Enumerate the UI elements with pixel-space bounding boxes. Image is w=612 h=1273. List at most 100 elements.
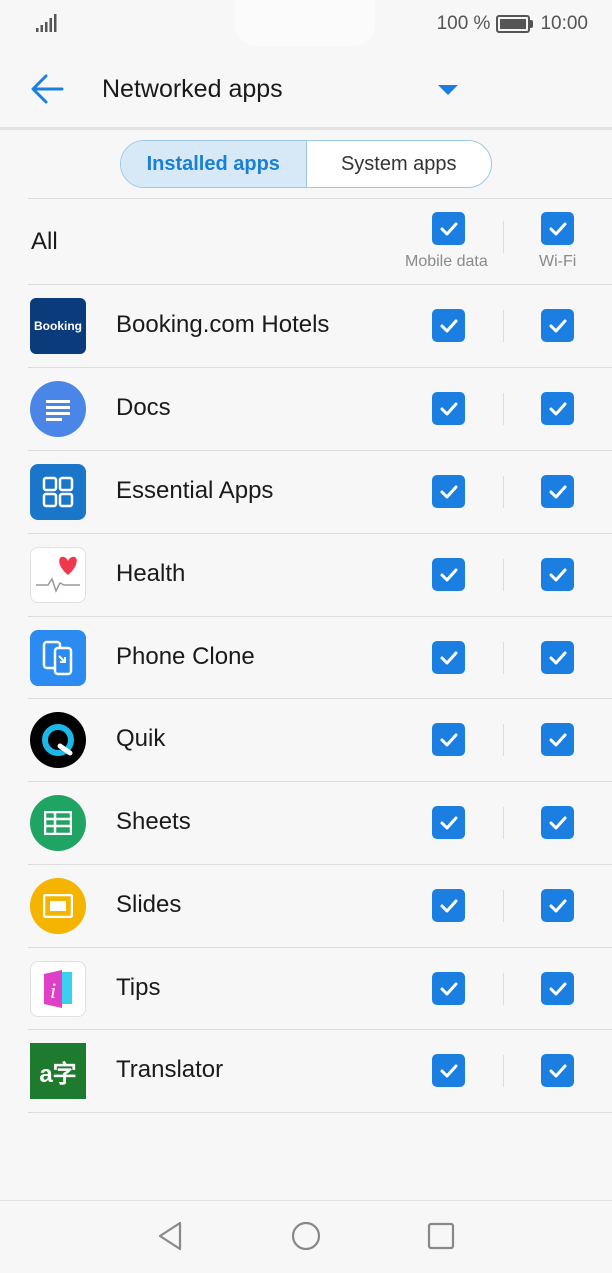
app-name: Health [116, 560, 186, 587]
app-name: Essential Apps [116, 477, 274, 504]
column-separator [503, 890, 504, 922]
column-separator [503, 807, 504, 839]
booking-icon-label: Booking [34, 319, 82, 333]
checkmark-icon [549, 485, 566, 498]
checkmark-icon [440, 1064, 457, 1077]
docs-icon [30, 381, 86, 437]
app-name: Docs [116, 394, 171, 421]
wifi-checkbox[interactable] [541, 723, 574, 756]
column-separator [503, 310, 504, 342]
checkmark-icon [440, 982, 457, 995]
tab-installed-apps[interactable]: Installed apps [121, 141, 307, 187]
mobile-data-checkbox[interactable] [432, 558, 465, 591]
app-name: Phone Clone [116, 643, 255, 670]
wifi-checkbox[interactable] [541, 641, 574, 674]
back-triangle-icon[interactable] [154, 1219, 188, 1253]
checkmark-icon [549, 816, 566, 829]
checkmark-icon [440, 651, 457, 664]
list-item: Health [0, 533, 612, 616]
tips-icon: i [30, 961, 86, 1017]
mobile-data-checkbox[interactable] [432, 641, 465, 674]
app-name: Slides [116, 891, 182, 918]
checkmark-icon [440, 402, 457, 415]
list-item: Slides [0, 864, 612, 947]
checkmark-icon [440, 568, 457, 581]
mobile-data-checkbox[interactable] [432, 392, 465, 425]
wifi-checkbox[interactable] [541, 392, 574, 425]
header-divider [0, 127, 612, 130]
app-bar: Networked apps [0, 48, 612, 128]
wifi-checkbox[interactable] [541, 889, 574, 922]
list-item: i Tips [0, 947, 612, 1030]
clock: 10:00 [540, 13, 588, 34]
checkmark-icon [549, 222, 566, 235]
tab-system-apps[interactable]: System apps [307, 141, 492, 187]
checkmark-icon [440, 816, 457, 829]
all-label: All [31, 228, 58, 255]
all-row: All Mobile data Wi-Fi [0, 199, 612, 284]
checkmark-icon [549, 733, 566, 746]
list-item: Sheets [0, 781, 612, 864]
back-arrow-icon[interactable] [24, 66, 70, 112]
checkmark-icon [549, 1064, 566, 1077]
checkmark-icon [440, 899, 457, 912]
home-circle-icon[interactable] [289, 1219, 323, 1253]
navigation-bar [0, 1200, 612, 1273]
sheets-icon [30, 795, 86, 851]
recents-square-icon[interactable] [424, 1219, 458, 1253]
checkmark-icon [440, 733, 457, 746]
essential-apps-icon [30, 464, 86, 520]
translator-icon-label: a字 [39, 1060, 77, 1088]
checkmark-icon [549, 899, 566, 912]
checkmark-icon [440, 485, 457, 498]
mobile-data-checkbox[interactable] [432, 309, 465, 342]
checkmark-icon [549, 651, 566, 664]
mobile-data-checkbox[interactable] [432, 972, 465, 1005]
list-item: Booking Booking.com Hotels [0, 284, 612, 367]
wifi-checkbox[interactable] [541, 1054, 574, 1087]
battery-icon [496, 15, 534, 33]
wifi-column-label: Wi-Fi [539, 253, 577, 270]
booking-icon: Booking [30, 298, 86, 354]
tab-switcher: Installed apps System apps [120, 140, 492, 188]
checkmark-icon [549, 982, 566, 995]
wifi-checkbox[interactable] [541, 806, 574, 839]
app-name: Translator [116, 1056, 224, 1083]
dropdown-arrow-icon[interactable] [430, 76, 466, 102]
wifi-checkbox[interactable] [541, 972, 574, 1005]
column-separator [503, 642, 504, 674]
wifi-checkbox[interactable] [541, 558, 574, 591]
svg-text:i: i [50, 978, 56, 1003]
app-name: Tips [116, 974, 161, 1001]
translator-icon: a字 [30, 1043, 86, 1099]
checkmark-icon [440, 319, 457, 332]
all-wifi-checkbox[interactable] [541, 212, 574, 245]
checkmark-icon [549, 402, 566, 415]
wifi-checkbox[interactable] [541, 475, 574, 508]
mobile-data-checkbox[interactable] [432, 889, 465, 922]
all-mobile-data-checkbox[interactable] [432, 212, 465, 245]
signal-icon [36, 14, 57, 32]
wifi-checkbox[interactable] [541, 309, 574, 342]
page-title: Networked apps [102, 75, 283, 103]
list-item: Quik [0, 698, 612, 781]
app-name: Sheets [116, 808, 191, 835]
list-item: a字 Translator [0, 1029, 612, 1112]
mobile-data-checkbox[interactable] [432, 475, 465, 508]
app-name: Booking.com Hotels [116, 311, 330, 338]
mobile-data-checkbox[interactable] [432, 1054, 465, 1087]
mobile-data-checkbox[interactable] [432, 806, 465, 839]
status-bar: 100 % 10:00 [0, 0, 612, 48]
checkmark-icon [440, 222, 457, 235]
column-separator [503, 221, 504, 253]
quik-icon [30, 712, 86, 768]
checkmark-icon [549, 319, 566, 332]
phone-clone-icon [30, 630, 86, 686]
list-item: Phone Clone [0, 616, 612, 699]
mobile-data-checkbox[interactable] [432, 723, 465, 756]
column-separator [503, 393, 504, 425]
divider [28, 1112, 612, 1113]
battery-percent: 100 % [436, 13, 491, 34]
health-icon [30, 547, 86, 603]
mobile-data-column-label: Mobile data [405, 253, 488, 270]
